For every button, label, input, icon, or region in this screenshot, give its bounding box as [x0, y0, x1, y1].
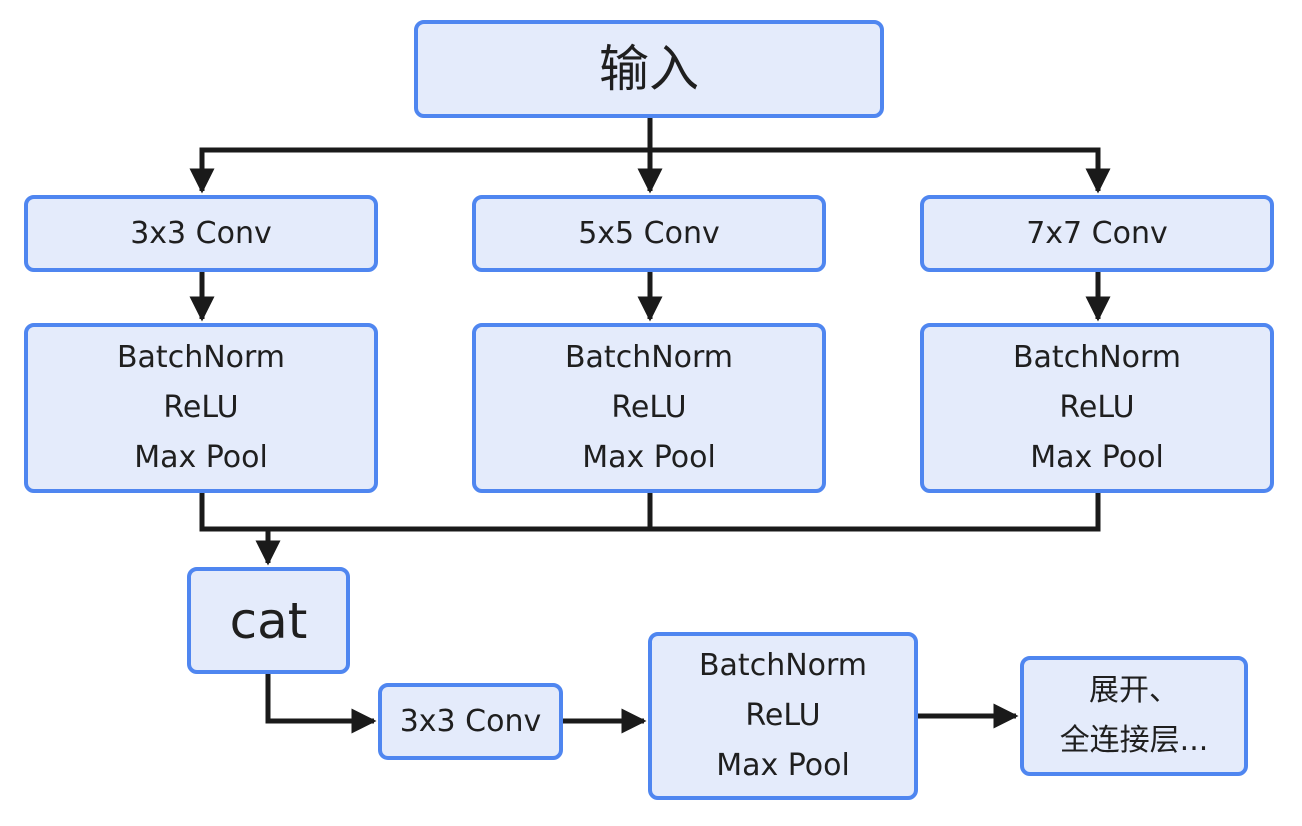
conv3-top-node: 3x3 Conv: [24, 195, 378, 272]
conv7-top-node: 7x7 Conv: [920, 195, 1274, 272]
input-label: 输入: [599, 40, 699, 98]
edge-cat-to-conv3b: [265, 674, 377, 734]
bnr-block-1-label: BatchNorm ReLU Max Pool: [116, 340, 286, 475]
conv3-top-label: 3x3 Conv: [130, 215, 272, 251]
cat-label: cat: [229, 591, 308, 650]
bnr-block-3: BatchNorm ReLU Max Pool: [920, 323, 1274, 493]
bnr-block-1: BatchNorm ReLU Max Pool: [24, 323, 378, 493]
flatten-fc-node: 展开、 全连接层...: [1020, 656, 1248, 776]
cat-node: cat: [187, 567, 350, 674]
bnr-block-3-label: BatchNorm ReLU Max Pool: [1012, 340, 1182, 475]
input-node: 输入: [414, 20, 884, 118]
flatten-fc-label: 展开、 全连接层...: [1059, 673, 1209, 758]
conv3-bottom-label: 3x3 Conv: [399, 703, 542, 739]
conv3-bottom-node: 3x3 Conv: [378, 683, 563, 760]
bnr-block-4: BatchNorm ReLU Max Pool: [648, 632, 918, 800]
edge-input-to-conv3: [189, 118, 653, 194]
bnr-block-4-label: BatchNorm ReLU Max Pool: [698, 648, 868, 783]
conv5-top-node: 5x5 Conv: [472, 195, 826, 272]
bnr-block-2: BatchNorm ReLU Max Pool: [472, 323, 826, 493]
edge-input-to-conv7: [650, 147, 1111, 194]
conv7-top-label: 7x7 Conv: [1026, 215, 1168, 251]
conv5-top-label: 5x5 Conv: [578, 215, 720, 251]
bnr-block-2-label: BatchNorm ReLU Max Pool: [564, 340, 734, 475]
